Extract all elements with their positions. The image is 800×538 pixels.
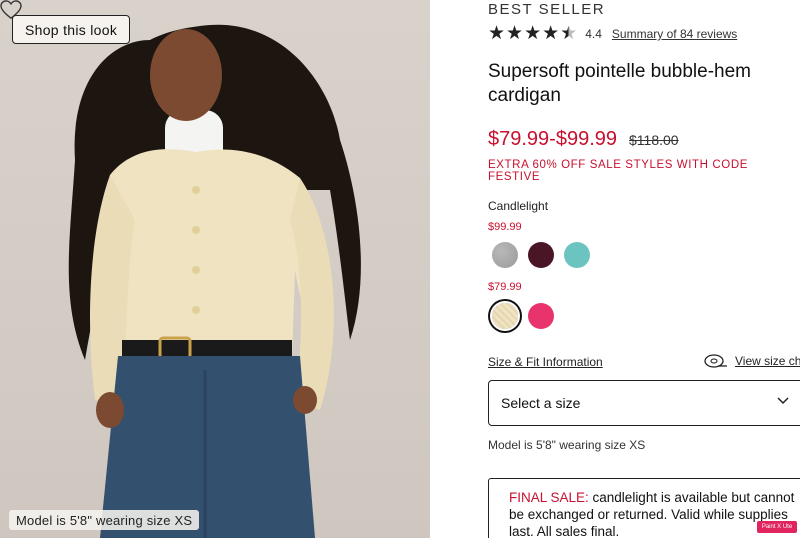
color-swatch-candlelight[interactable] [492,303,518,329]
size-select-placeholder: Select a size [501,395,581,411]
price-tier-label: $79.99 [488,281,522,293]
star-icon: ★ [506,23,524,44]
browser-extension-badge[interactable]: Paint X Ute [757,521,797,533]
shop-this-look-button[interactable]: Shop this look [12,15,131,44]
product-photo[interactable]: Shop this look Model is 5'8" wearing siz… [0,0,430,538]
color-swatch-grey[interactable] [492,242,518,268]
rating-value: 4.4 [585,27,602,41]
product-title: Supersoft pointelle bubble-hem cardigan [488,61,752,106]
star-rating: ★ ★ ★ ★ ★ [488,23,578,44]
model-size-note: Model is 5'8" wearing size XS [488,438,646,452]
model-caption: Model is 5'8" wearing size XS [9,510,200,530]
promo-text: EXTRA 60% OFF SALE STYLES WITH CODE FEST… [488,159,749,183]
rating-row: ★ ★ ★ ★ ★ 4.4 Summary of 84 reviews [488,23,737,44]
half-star-icon: ★ [560,23,578,44]
color-swatch-pink[interactable] [528,303,554,329]
final-sale-label: FINAL SALE: [509,490,589,505]
measuring-tape-icon [704,354,727,368]
reviews-summary-link[interactable]: Summary of 84 reviews [612,27,737,41]
selected-color-name: Candlelight [488,199,549,213]
product-info: BEST SELLER ★ ★ ★ ★ ★ 4.4 Summary of 84 … [488,0,800,538]
star-icon: ★ [488,23,506,44]
best-seller-badge: BEST SELLER [488,1,606,18]
chevron-down-icon [777,397,789,405]
sale-price: $79.99-$99.99 [488,128,618,150]
price-row: $79.99-$99.99 $118.00 [488,128,679,151]
model-illustration [68,24,361,538]
star-icon: ★ [524,23,542,44]
star-icon: ★ [542,23,560,44]
view-size-chart-label: View size ch [735,354,800,368]
final-sale-notice: FINAL SALE: candlelight is available but… [488,478,800,538]
size-fit-info-link[interactable]: Size & Fit Information [488,355,603,369]
view-size-chart-link[interactable]: View size ch [704,353,800,369]
price-tier-label: $99.99 [488,221,522,233]
heart-icon[interactable] [0,0,22,20]
color-swatch-aqua[interactable] [564,242,590,268]
color-swatch-burgundy[interactable] [528,242,554,268]
original-price: $118.00 [629,132,679,148]
size-select[interactable]: Select a size [488,380,800,426]
